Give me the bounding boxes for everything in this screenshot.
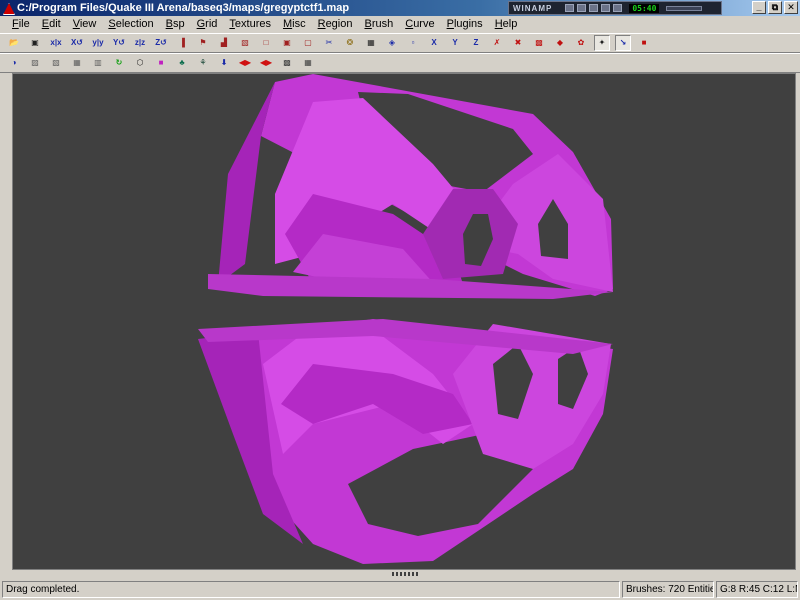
open-folder-icon[interactable]: 📂 bbox=[6, 35, 22, 51]
no-clip-icon[interactable]: ▩ bbox=[279, 55, 295, 71]
select-inside-icon[interactable]: ▧ bbox=[237, 35, 253, 51]
drag-vertices-icon[interactable]: ↘ bbox=[615, 35, 631, 51]
wireframe-view-icon[interactable]: ▨ bbox=[27, 55, 43, 71]
winamp-stop-button[interactable] bbox=[601, 4, 611, 12]
minimize-button[interactable]: _ bbox=[752, 1, 766, 14]
menu-grid[interactable]: Grid bbox=[191, 17, 224, 32]
flip-z-icon[interactable]: z|z bbox=[132, 35, 148, 51]
close-button[interactable]: ✕ bbox=[784, 1, 798, 14]
menu-brush[interactable]: Brush bbox=[358, 17, 399, 32]
viewport-left-strip bbox=[0, 73, 12, 570]
menu-file[interactable]: File bbox=[6, 17, 36, 32]
change-views-icon[interactable]: ▦ bbox=[363, 35, 379, 51]
status-message: Drag completed. bbox=[2, 580, 620, 598]
cubic-clip-icon[interactable]: ◈ bbox=[384, 35, 400, 51]
view-y-icon[interactable]: Y bbox=[447, 35, 463, 51]
cubic-scale-icon[interactable]: ⬡ bbox=[132, 55, 148, 71]
upper-arch-brushes bbox=[208, 74, 613, 299]
menu-textures[interactable]: Textures bbox=[223, 17, 277, 32]
menu-selection[interactable]: Selection bbox=[102, 17, 159, 32]
drag-edges-icon[interactable]: ✦ bbox=[594, 35, 610, 51]
title-bar[interactable]: C:/Program Files/Quake III Arena/baseq3/… bbox=[0, 0, 800, 16]
rotate-y-icon[interactable]: Y↺ bbox=[111, 35, 127, 51]
refresh-icon[interactable]: ↻ bbox=[111, 55, 127, 71]
winamp-seek-bar[interactable] bbox=[666, 5, 703, 11]
menu-curve[interactable]: Curve bbox=[399, 17, 440, 32]
menu-bar: File Edit View Selection Bsp Grid Textur… bbox=[0, 16, 800, 33]
menu-help[interactable]: Help bbox=[489, 17, 524, 32]
camera-render bbox=[198, 74, 613, 564]
status-brush-count: Brushes: 720 Entities: 1 bbox=[622, 580, 714, 598]
flip-y-icon[interactable]: y|y bbox=[90, 35, 106, 51]
select-touching-icon[interactable]: ⚑ bbox=[195, 35, 211, 51]
tree-icon[interactable]: ♣ bbox=[174, 55, 190, 71]
patch-insert-icon[interactable]: ✖ bbox=[510, 35, 526, 51]
radiant-app-icon bbox=[2, 2, 14, 14]
patch-delete-icon[interactable]: ▩ bbox=[531, 35, 547, 51]
rotate-z-icon[interactable]: Z↺ bbox=[153, 35, 169, 51]
rotate-x-icon[interactable]: X↺ bbox=[69, 35, 85, 51]
csg-merge-icon[interactable]: ▣ bbox=[279, 35, 295, 51]
select-complete-tall-icon[interactable]: ▐ bbox=[174, 35, 190, 51]
winamp-pause-button[interactable] bbox=[589, 4, 599, 12]
main-toolbar: 📂 ▣ x|x X↺ y|y Y↺ z|z Z↺ ▐ ⚑ ▟ ▧ □ ▣ ▢ ✂ ❂ ▦ ◈ ▫ X Y Z ✗ ✖ ▩ ◆ ✿ ✦ ↘ ■ bbox=[0, 33, 800, 53]
select-partial-tall-icon[interactable]: ▟ bbox=[216, 35, 232, 51]
winamp-player[interactable]: WINAMP 05:40 bbox=[508, 1, 722, 15]
textured-view-icon[interactable]: ▦ bbox=[69, 55, 85, 71]
menu-bsp[interactable]: Bsp bbox=[160, 17, 191, 32]
splitter-grip[interactable] bbox=[392, 572, 418, 576]
status-bar: Drag completed. Brushes: 720 Entities: 1… bbox=[0, 578, 800, 600]
texture-blend-icon[interactable]: ◑ bbox=[6, 55, 22, 71]
patch-mesh-icon[interactable]: ▦ bbox=[300, 55, 316, 71]
clipper-icon[interactable]: ✂ bbox=[321, 35, 337, 51]
winamp-label: WINAMP bbox=[513, 3, 553, 13]
pink-shade-icon[interactable]: ■ bbox=[153, 55, 169, 71]
menu-edit[interactable]: Edit bbox=[36, 17, 67, 32]
show-patches-icon[interactable]: ◆ bbox=[552, 35, 568, 51]
csg-hollow-icon[interactable]: ▢ bbox=[300, 35, 316, 51]
lower-arch-brushes bbox=[198, 319, 613, 564]
entity-icon[interactable]: ✿ bbox=[573, 35, 589, 51]
winamp-prev-button[interactable] bbox=[565, 4, 575, 12]
down-arrow-icon[interactable]: ⬇ bbox=[216, 55, 232, 71]
scale-y-icon[interactable]: ◀▶ bbox=[258, 55, 274, 71]
secondary-toolbar: ◑ ▨ ▧ ▦ ▥ ↻ ⬡ ■ ♣ ⚘ ⬇ ◀▶ ◀▶ ▩ ▦ bbox=[0, 53, 800, 73]
camera-viewport[interactable] bbox=[12, 73, 796, 570]
show-light-radius-icon[interactable]: ■ bbox=[636, 35, 652, 51]
texture-lock-icon[interactable]: ❂ bbox=[342, 35, 358, 51]
scale-x-icon[interactable]: ◀▶ bbox=[237, 55, 253, 71]
winamp-play-button[interactable] bbox=[577, 4, 587, 12]
flip-x-icon[interactable]: x|x bbox=[48, 35, 64, 51]
upper-left-pillar bbox=[218, 82, 275, 284]
status-grid-info: G:8 R:45 C:12 L:MR bbox=[716, 580, 798, 598]
camera-view-icon[interactable]: ▫ bbox=[405, 35, 421, 51]
menu-misc[interactable]: Misc bbox=[277, 17, 312, 32]
view-z-icon[interactable]: Z bbox=[468, 35, 484, 51]
view-x-icon[interactable]: X bbox=[426, 35, 442, 51]
save-disk-icon[interactable]: ▣ bbox=[27, 35, 43, 51]
duck-icon[interactable]: ⚘ bbox=[195, 55, 211, 71]
menu-plugins[interactable]: Plugins bbox=[441, 17, 489, 32]
menu-view[interactable]: View bbox=[67, 17, 103, 32]
texture-browser-icon[interactable]: ▥ bbox=[90, 55, 106, 71]
menu-region[interactable]: Region bbox=[312, 17, 359, 32]
winamp-time: 05:40 bbox=[629, 3, 660, 13]
winamp-next-button[interactable] bbox=[613, 4, 623, 12]
csg-subtract-icon[interactable]: □ bbox=[258, 35, 274, 51]
patch-bend-icon[interactable]: ✗ bbox=[489, 35, 505, 51]
flat-shade-icon[interactable]: ▧ bbox=[48, 55, 64, 71]
window-title: C:/Program Files/Quake III Arena/baseq3/… bbox=[17, 2, 350, 14]
restore-button[interactable]: ⧉ bbox=[768, 1, 782, 14]
